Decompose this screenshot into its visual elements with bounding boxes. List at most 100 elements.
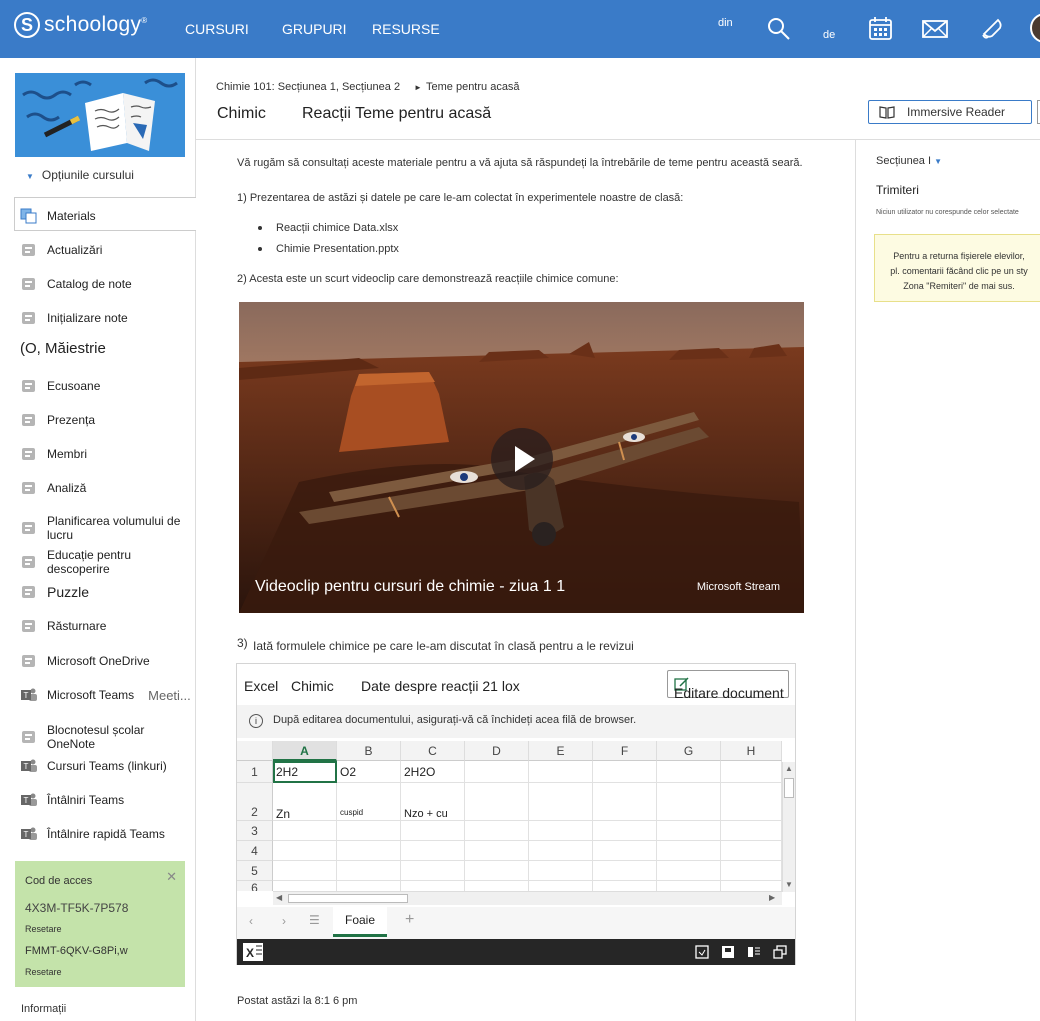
info-link[interactable]: Informații bbox=[21, 1003, 66, 1015]
close-icon[interactable]: ✕ bbox=[166, 869, 177, 885]
sheet-menu-icon[interactable]: ☰ bbox=[309, 913, 320, 927]
row-header-4[interactable]: 4 bbox=[237, 841, 273, 861]
column-header-H[interactable]: H bbox=[721, 741, 782, 761]
cell-c1[interactable]: 2H2O bbox=[404, 765, 435, 779]
prev-sheet-icon[interactable]: ‹ bbox=[249, 914, 253, 928]
gradebook-icon bbox=[20, 276, 38, 292]
sheet-tab[interactable]: Foaie bbox=[333, 907, 387, 937]
spreadsheet-grid[interactable]: A B C D E F G H 1 2 3 4 5 6 2H2 O2 2H2O Zn cuspid Nzo + cu bbox=[237, 741, 782, 891]
section-selector[interactable]: Secțiunea I ▼ bbox=[876, 155, 942, 167]
sidebar-item-label: Educație pentru descoperire bbox=[47, 548, 132, 576]
sidebar-item-13[interactable]: Microsoft OneDrive bbox=[20, 653, 150, 669]
mail-icon[interactable] bbox=[922, 16, 948, 42]
video-player[interactable]: Videoclip pentru cursuri de chimie - ziu… bbox=[239, 302, 804, 613]
feedback-icon[interactable] bbox=[695, 945, 709, 959]
sidebar-item-label: Întâlnire rapidă Teams bbox=[47, 827, 165, 841]
download-icon[interactable] bbox=[721, 945, 735, 959]
column-header-E[interactable]: E bbox=[529, 741, 593, 761]
row-header-6[interactable]: 6 bbox=[237, 881, 273, 891]
sidebar-item-14[interactable]: T Microsoft Teams Meeti... bbox=[20, 687, 191, 703]
course-options[interactable]: ▼ Opțiunile cursului bbox=[26, 168, 134, 182]
sidebar-item-6[interactable]: Prezența bbox=[20, 412, 95, 428]
grid-line bbox=[720, 761, 721, 891]
search-icon[interactable] bbox=[766, 16, 792, 42]
nav-courses[interactable]: CURSURI bbox=[185, 21, 249, 37]
sidebar-item-15[interactable]: Blocnotesul școlar OneNote bbox=[20, 723, 195, 751]
sidebar-item-8[interactable]: Analiză bbox=[20, 480, 86, 496]
breadcrumb-arrow-icon: ► bbox=[414, 83, 422, 92]
breadcrumb-folder[interactable]: Teme pentru acasă bbox=[426, 81, 520, 93]
submissions-title: Trimiteri bbox=[876, 183, 919, 197]
immersive-reader-button[interactable]: Immersive Reader bbox=[868, 100, 1032, 124]
row-header-5[interactable]: 5 bbox=[237, 861, 273, 881]
grid-line bbox=[273, 782, 782, 783]
grid-corner[interactable] bbox=[237, 741, 273, 761]
vertical-scrollbar[interactable]: ▲ ▼ bbox=[782, 762, 795, 892]
file-link-pptx[interactable]: Chimie Presentation.pptx bbox=[258, 243, 399, 255]
schoology-logo[interactable]: S schoology® bbox=[14, 12, 147, 38]
immersive-reader-label: Immersive Reader bbox=[907, 105, 1006, 119]
sidebar-item-label: Microsoft OneDrive bbox=[47, 654, 150, 668]
cell-a2[interactable]: Zn bbox=[276, 807, 290, 821]
submissions-note: Pentru a returna fișierele elevilor, pl.… bbox=[874, 234, 1040, 302]
sidebar-item-17[interactable]: T Întâlniri Teams bbox=[20, 792, 124, 808]
sidebar-item-9[interactable]: Planificarea volumului de lucru bbox=[20, 514, 195, 542]
row-header-3[interactable]: 3 bbox=[237, 821, 273, 841]
sidebar-item-0[interactable]: Materials bbox=[20, 208, 96, 224]
column-header-C[interactable]: C bbox=[401, 741, 465, 761]
note-line-3: Zona "Remiteri" de mai sus. bbox=[903, 281, 1015, 291]
sidebar-item-12[interactable]: Răsturnare bbox=[20, 618, 106, 634]
sidebar-item-7[interactable]: Membri bbox=[20, 446, 87, 462]
play-button[interactable] bbox=[491, 428, 553, 490]
sidebar-item-5[interactable]: Ecusoane bbox=[20, 378, 100, 394]
sidebar-item-18[interactable]: T Întâlnire rapidă Teams bbox=[20, 826, 165, 842]
nav-resources[interactable]: RESURSE bbox=[372, 21, 440, 37]
sidebar-item-3[interactable]: Inițializare note bbox=[20, 310, 128, 326]
reset-link-2[interactable]: Resetare bbox=[25, 967, 62, 977]
sidebar-item-16[interactable]: T Cursuri Teams (linkuri) bbox=[20, 758, 167, 774]
horizontal-scrollbar[interactable]: ◀ ▶ bbox=[273, 891, 782, 905]
reset-link-1[interactable]: Resetare bbox=[25, 924, 62, 934]
caret-down-icon: ▼ bbox=[26, 172, 34, 181]
sidebar-item-label: Membri bbox=[47, 447, 88, 461]
cell-b2[interactable]: cuspid bbox=[340, 808, 363, 817]
updates-icon bbox=[20, 242, 38, 258]
analytics-icon bbox=[20, 480, 38, 496]
column-header-A[interactable]: A bbox=[273, 741, 337, 761]
svg-text:T: T bbox=[24, 762, 29, 771]
fullscreen-icon[interactable] bbox=[773, 945, 787, 959]
nav-groups[interactable]: GRUPURI bbox=[282, 21, 347, 37]
next-sheet-icon[interactable]: › bbox=[282, 914, 286, 928]
grid-line bbox=[656, 761, 657, 891]
grid-line bbox=[273, 860, 782, 861]
row-header-1[interactable]: 1 bbox=[237, 761, 273, 783]
sidebar-item-label: Ecusoane bbox=[47, 379, 101, 393]
add-sheet-icon[interactable]: + bbox=[405, 911, 414, 929]
column-header-F[interactable]: F bbox=[593, 741, 657, 761]
badge-icon bbox=[20, 378, 38, 394]
cell-b1[interactable]: O2 bbox=[340, 765, 356, 779]
cell-a1[interactable]: 2H2 bbox=[276, 765, 298, 779]
sidebar-item-label: Răsturnare bbox=[47, 619, 107, 633]
user-avatar[interactable] bbox=[1030, 13, 1040, 43]
column-header-G[interactable]: G bbox=[657, 741, 721, 761]
breadcrumb-course[interactable]: Chimie 101: Secțiunea 1, Secțiunea 2 bbox=[216, 81, 400, 93]
sidebar-item-4[interactable]: (O, Măiestrie bbox=[20, 340, 106, 357]
course-image bbox=[15, 73, 185, 157]
excel-info-bar: i După editarea documentului, asigurați-… bbox=[237, 705, 795, 738]
calendar-icon[interactable] bbox=[868, 16, 894, 42]
sidebar-item-11[interactable]: Puzzle bbox=[20, 584, 89, 600]
sidebar-item-2[interactable]: Catalog de note bbox=[20, 276, 132, 292]
file-link-xlsx[interactable]: Reacții chimice Data.xlsx bbox=[257, 222, 398, 234]
reading-view-icon[interactable] bbox=[747, 945, 761, 959]
row-header-2[interactable]: 2 bbox=[237, 783, 273, 821]
teams-icon: T bbox=[20, 687, 38, 703]
column-header-B[interactable]: B bbox=[337, 741, 401, 761]
column-header-D[interactable]: D bbox=[465, 741, 529, 761]
sidebar-item-10[interactable]: Educație pentru descoperire bbox=[20, 548, 195, 576]
sidebar-item-1[interactable]: Actualizări bbox=[20, 242, 102, 258]
edit-document-button[interactable]: Editare document bbox=[667, 670, 789, 701]
bell-icon[interactable] bbox=[978, 16, 1004, 42]
excel-embed: Excel Chimic Date despre reacții 21 lox … bbox=[236, 663, 796, 965]
cell-c2[interactable]: Nzo + cu bbox=[404, 808, 448, 820]
